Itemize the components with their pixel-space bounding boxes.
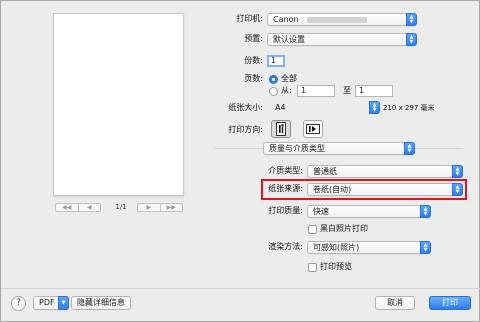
chevron-updown-icon: ▲ ▼ bbox=[420, 205, 431, 218]
last-page-button[interactable]: ▶▶ bbox=[159, 204, 183, 211]
portrait-orientation-icon bbox=[276, 122, 286, 136]
portrait-button[interactable] bbox=[271, 120, 291, 138]
pages-all-radio[interactable] bbox=[269, 75, 278, 84]
grayscale-label: 黑白照片打印 bbox=[320, 224, 368, 233]
pager-next-last: ▶ ▶▶ bbox=[137, 203, 183, 212]
pdf-menu-button[interactable]: PDF ▼ bbox=[33, 296, 69, 310]
copies-input[interactable]: 1 bbox=[267, 55, 285, 67]
media-type-select[interactable]: 普通纸 ▲ ▼ bbox=[307, 165, 463, 178]
grayscale-checkbox[interactable] bbox=[308, 225, 317, 234]
page-counter: 1/1 bbox=[115, 203, 127, 211]
print-dialog: ◀◀ ◀ 1/1 ▶ ▶▶ 打印机: Canon ▲ ▼ 预置: 默认设置 ▲ ▼ … bbox=[0, 0, 480, 322]
hide-details-button[interactable]: 隐藏详细信息 bbox=[71, 296, 131, 310]
presets-value: 默认设置 bbox=[273, 35, 305, 44]
print-quality-label: 打印质量: bbox=[268, 206, 303, 215]
rendering-label: 渲染方法: bbox=[268, 242, 303, 251]
pages-to-input[interactable]: 1 bbox=[355, 85, 393, 97]
help-button[interactable]: ? bbox=[11, 296, 26, 311]
preview-pager: ◀◀ ◀ 1/1 ▶ ▶▶ bbox=[55, 203, 183, 212]
pager-first-prev: ◀◀ ◀ bbox=[55, 203, 101, 212]
pages-from-input[interactable]: 1 bbox=[297, 85, 335, 97]
printer-value: Canon bbox=[273, 15, 299, 24]
paper-dimensions: 210 x 297 毫米 bbox=[383, 104, 435, 112]
printer-name-redacted bbox=[307, 16, 368, 23]
presets-select[interactable]: 默认设置 ▲ ▼ bbox=[267, 33, 417, 46]
paper-source-label: 纸张来源: bbox=[268, 184, 303, 193]
pages-all-label: 全部 bbox=[281, 74, 297, 83]
paper-source-value: 卷纸(自动) bbox=[313, 185, 352, 194]
chevron-updown-icon: ▲ ▼ bbox=[452, 183, 463, 196]
print-button[interactable]: 打印 bbox=[429, 296, 471, 310]
paper-size-label: 纸张大小: bbox=[228, 103, 263, 112]
chevron-updown-icon: ▲ ▼ bbox=[369, 101, 380, 114]
chevron-updown-icon: ▲ ▼ bbox=[420, 241, 431, 254]
first-page-button[interactable]: ◀◀ bbox=[56, 204, 78, 211]
chevron-updown-icon: ▲ ▼ bbox=[406, 13, 417, 26]
copies-label: 份数: bbox=[244, 56, 263, 65]
orientation-label: 打印方向: bbox=[228, 125, 263, 134]
printer-label: 打印机: bbox=[236, 14, 263, 23]
paper-size-select[interactable]: A4 ▲ ▼ bbox=[275, 101, 381, 115]
rendering-value: 可感知(照片) bbox=[313, 243, 360, 252]
paper-source-select[interactable]: 卷纸(自动) ▲ ▼ bbox=[307, 183, 463, 196]
chevron-down-icon: ▼ bbox=[58, 296, 69, 310]
pages-range-radio[interactable] bbox=[269, 87, 278, 96]
print-preview-checkbox[interactable] bbox=[308, 263, 317, 272]
prev-page-button[interactable]: ◀ bbox=[77, 204, 101, 211]
chevron-updown-icon: ▲ ▼ bbox=[452, 165, 463, 178]
print-quality-select[interactable]: 快速 ▲ ▼ bbox=[307, 205, 431, 218]
section-menu-value: 质量与介质类型 bbox=[269, 144, 325, 153]
cancel-button[interactable]: 取消 bbox=[375, 296, 415, 310]
media-type-value: 普通纸 bbox=[313, 167, 337, 176]
landscape-orientation-icon bbox=[306, 124, 320, 134]
print-preview-label: 打印预览 bbox=[320, 262, 352, 271]
print-quality-value: 快速 bbox=[313, 207, 329, 216]
footer-divider bbox=[1, 288, 480, 289]
paper-size-value: A4 bbox=[275, 103, 286, 112]
pages-label: 页数: bbox=[244, 74, 263, 83]
pdf-label: PDF bbox=[39, 298, 55, 307]
section-menu-select[interactable]: 质量与介质类型 ▲ ▼ bbox=[263, 142, 415, 155]
pages-from-label: 从: bbox=[281, 86, 292, 95]
rendering-select[interactable]: 可感知(照片) ▲ ▼ bbox=[307, 241, 431, 254]
chevron-updown-icon: ▲ ▼ bbox=[406, 33, 417, 46]
landscape-button[interactable] bbox=[303, 120, 323, 138]
next-page-button[interactable]: ▶ bbox=[138, 204, 160, 211]
presets-label: 预置: bbox=[244, 34, 263, 43]
chevron-updown-icon: ▲ ▼ bbox=[404, 142, 415, 155]
media-type-label: 介质类型: bbox=[268, 166, 303, 175]
printer-select[interactable]: Canon ▲ ▼ bbox=[267, 13, 417, 26]
pages-to-label: 至 bbox=[343, 86, 351, 95]
page-preview bbox=[53, 13, 184, 196]
